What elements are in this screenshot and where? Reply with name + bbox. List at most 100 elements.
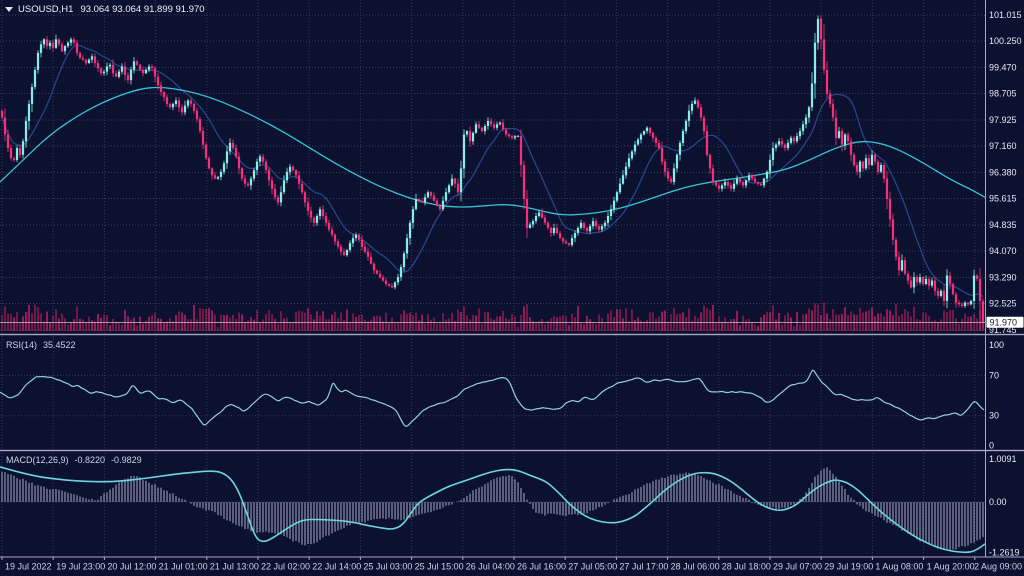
current-price-badge-label: 91.970: [990, 317, 1018, 327]
candle-body: [724, 182, 726, 185]
volume-bar: [124, 310, 125, 331]
volume-bar: [244, 323, 245, 331]
candle-body: [292, 167, 294, 170]
volume-bar: [550, 318, 551, 331]
candle-body: [91, 56, 93, 59]
candle-body: [406, 238, 408, 253]
candle-body: [472, 133, 474, 142]
volume-bar: [433, 318, 434, 331]
candle-body: [454, 179, 456, 184]
candle-body: [679, 143, 681, 155]
candle-body: [235, 148, 237, 157]
candle-body: [775, 145, 777, 148]
volume-bar: [580, 323, 581, 331]
candle-body: [424, 197, 426, 202]
candle-body: [952, 284, 954, 294]
candle-body: [271, 180, 273, 189]
candle-body: [106, 67, 108, 72]
candle-body: [850, 141, 852, 155]
candle-body: [331, 230, 333, 235]
volume-bar: [223, 315, 224, 331]
volume-bar: [745, 319, 746, 331]
volume-bar: [445, 319, 446, 331]
volume-bar: [379, 317, 380, 332]
candle-body: [535, 216, 537, 221]
candle-body: [973, 276, 975, 302]
candle-body: [982, 301, 984, 322]
volume-bar: [697, 318, 698, 331]
volume-bar: [667, 323, 668, 331]
volume-bar: [883, 316, 884, 331]
candle-body: [322, 209, 324, 216]
volume-bar: [577, 306, 578, 331]
time-axis-label: 19 Jul 23:00: [56, 562, 105, 572]
volume-bar: [925, 313, 926, 331]
volume-bar: [187, 319, 188, 331]
volume-bar: [370, 320, 371, 332]
candle-body: [802, 124, 804, 131]
volume-bar: [535, 323, 536, 331]
candle-body: [694, 101, 696, 104]
triangle-down-icon[interactable]: [5, 7, 13, 12]
candle-body: [847, 135, 849, 142]
candle-body: [136, 61, 138, 64]
price-axis-label: 98.705: [989, 89, 1017, 99]
candle-body: [676, 155, 678, 169]
volume-bar: [631, 310, 632, 331]
volume-bar: [337, 318, 338, 331]
volume-bar: [364, 320, 365, 331]
panel-separator: [0, 450, 1024, 451]
rsi-value: 35.4522: [43, 340, 76, 350]
volume-bar: [955, 318, 956, 331]
candle-body: [706, 131, 708, 155]
candle-body: [181, 107, 183, 112]
volume-bar: [700, 312, 701, 331]
chart-canvas[interactable]: 101.015100.25099.47098.70597.92597.16096…: [0, 0, 1024, 576]
volume-bar: [184, 315, 185, 331]
volume-bar: [601, 318, 602, 331]
time-axis-label: 29 Jul 19:00: [824, 562, 873, 572]
candle-body: [604, 223, 606, 226]
chart-svg[interactable]: 101.015100.25099.47098.70597.92597.16096…: [0, 0, 1024, 576]
volume-bar: [160, 319, 161, 331]
volume-bar: [922, 312, 923, 331]
candle-body: [46, 39, 48, 46]
volume-bar: [166, 321, 167, 331]
candle-body: [109, 65, 111, 67]
volume-bar: [238, 313, 239, 331]
volume-bar: [499, 316, 500, 331]
candle-body: [634, 145, 636, 152]
candle-body: [355, 235, 357, 238]
volume-bar: [112, 319, 113, 331]
candle-body: [727, 182, 729, 185]
volume-bar: [139, 317, 140, 331]
volume-bar: [709, 310, 710, 331]
candle-body: [349, 243, 351, 250]
candle-body: [34, 70, 36, 87]
volume-bar: [16, 312, 17, 331]
volume-bar: [862, 313, 863, 331]
candle-body: [964, 303, 966, 306]
candle-body: [646, 128, 648, 131]
volume-bar: [205, 309, 206, 331]
volume-bar: [100, 318, 101, 331]
time-axis-label: 2 Aug 09:00: [974, 562, 1022, 572]
candle-body: [451, 179, 453, 186]
volume-bar: [784, 315, 785, 331]
volume-bar: [772, 305, 773, 331]
candle-body: [637, 140, 639, 145]
volume-bar: [382, 321, 383, 331]
candle-body: [865, 158, 867, 168]
candle-body: [616, 192, 618, 201]
candle-body: [145, 70, 147, 73]
volume-bar: [769, 313, 770, 332]
candle-body: [580, 223, 582, 228]
volume-bar: [751, 322, 752, 331]
volume-series: [1, 303, 983, 331]
candle-body: [373, 264, 375, 271]
candle-body: [97, 63, 99, 68]
candle-body: [442, 201, 444, 210]
volume-bar: [133, 318, 134, 331]
time-axis-label: 20 Jul 12:00: [107, 562, 156, 572]
candle-body: [490, 121, 492, 124]
